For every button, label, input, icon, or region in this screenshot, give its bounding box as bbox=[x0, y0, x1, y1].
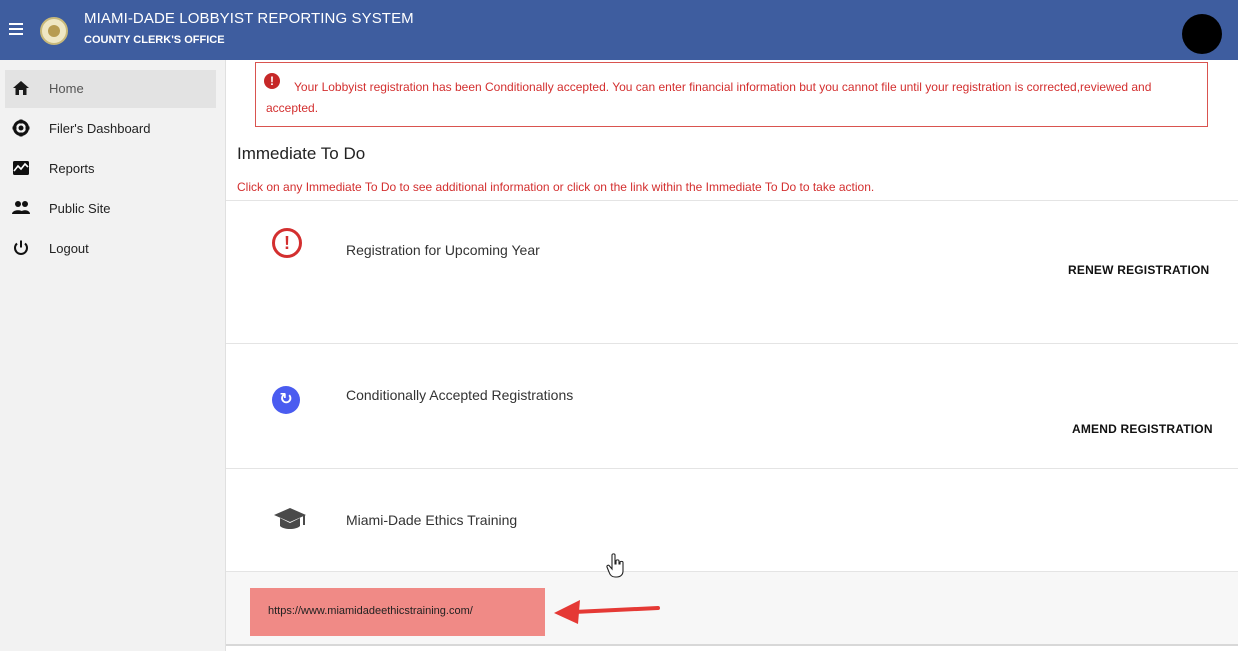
app-title: MIAMI-DADE LOBBYIST REPORTING SYSTEM bbox=[84, 10, 414, 27]
amend-registration-button[interactable]: AMEND REGISTRATION bbox=[1072, 422, 1213, 436]
sidebar-item-label: Reports bbox=[49, 161, 95, 176]
sidebar-item-filers-dashboard[interactable]: Filer's Dashboard bbox=[5, 110, 216, 148]
section-title: Immediate To Do bbox=[237, 144, 366, 163]
annotation-arrow-icon bbox=[552, 596, 662, 633]
sidebar-item-public-site[interactable]: Public Site bbox=[5, 190, 216, 228]
app-subtitle: COUNTY CLERK'S OFFICE bbox=[84, 34, 225, 46]
conditional-acceptance-alert: ! Your Lobbyist registration has been Co… bbox=[255, 62, 1208, 127]
county-seal-logo bbox=[40, 17, 68, 45]
todo-title: Registration for Upcoming Year bbox=[346, 242, 540, 258]
sidebar-item-label: Public Site bbox=[49, 201, 111, 216]
user-avatar[interactable] bbox=[1182, 14, 1222, 54]
alert-message: Your Lobbyist registration has been Cond… bbox=[266, 80, 1152, 115]
sidebar-item-logout[interactable]: Logout bbox=[5, 230, 216, 268]
sidebar-item-reports[interactable]: Reports bbox=[5, 150, 216, 188]
redo-icon: ↻ bbox=[272, 386, 300, 414]
training-link-text[interactable]: https://www.miamidadeethicstraining.com/ bbox=[268, 605, 473, 617]
sidebar-item-label: Filer's Dashboard bbox=[49, 121, 151, 136]
sidebar-item-label: Logout bbox=[49, 241, 89, 256]
section-hint: Click on any Immediate To Do to see addi… bbox=[237, 180, 875, 194]
power-icon bbox=[11, 239, 31, 259]
menu-icon[interactable] bbox=[9, 23, 23, 35]
app-root: MIAMI-DADE LOBBYIST REPORTING SYSTEM COU… bbox=[0, 0, 1238, 651]
training-link-panel: https://www.miamidadeethicstraining.com/ bbox=[226, 571, 1238, 646]
ethics-training-link[interactable]: https://www.miamidadeethicstraining.com/ bbox=[250, 588, 545, 636]
warning-circle-icon: ! bbox=[272, 228, 302, 258]
gear-icon bbox=[11, 119, 31, 139]
top-app-bar: MIAMI-DADE LOBBYIST REPORTING SYSTEM COU… bbox=[0, 0, 1238, 60]
home-icon bbox=[11, 79, 31, 99]
todo-card-ethics-training[interactable]: Miami-Dade Ethics Training bbox=[226, 468, 1238, 571]
reports-icon bbox=[11, 159, 31, 179]
people-icon bbox=[11, 199, 31, 219]
hand-pointer-icon bbox=[606, 553, 626, 585]
renew-registration-button[interactable]: RENEW REGISTRATION bbox=[1068, 263, 1209, 277]
todo-title: Conditionally Accepted Registrations bbox=[346, 387, 574, 403]
todo-card-conditional[interactable]: ↻ Conditionally Accepted Registrations A… bbox=[226, 343, 1238, 468]
todo-card-registration[interactable]: ! Registration for Upcoming Year RENEW R… bbox=[226, 200, 1238, 343]
todo-title: Miami-Dade Ethics Training bbox=[346, 512, 518, 528]
graduation-cap-icon bbox=[270, 503, 310, 533]
sidebar-item-home[interactable]: Home bbox=[5, 70, 216, 108]
sidebar: Home Filer's Dashboard Reports Public Si… bbox=[0, 60, 226, 651]
sidebar-item-label: Home bbox=[49, 81, 84, 96]
